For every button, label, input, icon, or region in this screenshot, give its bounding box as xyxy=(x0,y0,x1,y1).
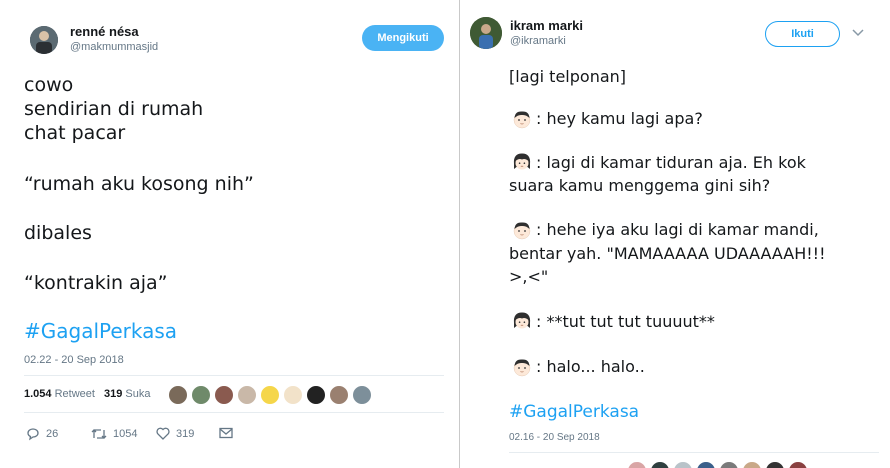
boy-emoji-icon xyxy=(513,111,531,129)
retweet-count-value: 1.054 xyxy=(24,388,52,400)
dialogue-line: : hey kamu lagi apa? xyxy=(536,109,703,128)
dialogue-line: bentar yah. "MAMAAAAA UDAAAAAH!!! xyxy=(509,244,826,263)
liker-avatar[interactable] xyxy=(788,461,808,468)
liker-avatar[interactable] xyxy=(283,385,303,405)
tweet-line: chat pacar xyxy=(24,122,126,144)
hashtag-link[interactable]: #GagalPerkasa xyxy=(509,401,639,423)
divider xyxy=(509,452,879,453)
divider xyxy=(24,375,444,376)
retweet-button[interactable]: 1054 xyxy=(91,427,137,441)
liker-avatar[interactable] xyxy=(673,461,693,468)
like-count-label: Suka xyxy=(125,388,151,400)
reply-icon xyxy=(27,428,39,441)
like-icon xyxy=(156,427,170,440)
message-button[interactable] xyxy=(219,427,233,439)
left-tweet: renné nésa @makmummasjid Mengikuti cowo … xyxy=(0,0,460,468)
dialogue-line: : hehe iya aku lagi di kamar mandi, xyxy=(536,220,819,239)
girl-emoji-icon xyxy=(513,153,531,170)
tweet-line: sendirian di rumah xyxy=(24,98,204,120)
like-count[interactable]: 319 Suka xyxy=(104,388,151,400)
liker-avatar[interactable] xyxy=(742,461,762,468)
boy-emoji-icon xyxy=(513,359,531,377)
divider xyxy=(24,412,444,413)
user-photo-icon xyxy=(30,26,58,54)
like-button[interactable]: 319 xyxy=(156,427,194,440)
avatar[interactable] xyxy=(470,17,502,49)
dialogue-line: : **tut tut tut tuuuut** xyxy=(536,312,715,331)
liker-avatar[interactable] xyxy=(168,385,188,405)
girl-emoji-icon xyxy=(513,312,531,329)
reply-count: 26 xyxy=(46,428,59,440)
liker-avatar[interactable] xyxy=(260,385,280,405)
liker-avatar[interactable] xyxy=(352,385,372,405)
like-count-value: 319 xyxy=(104,388,123,400)
chevron-down-icon[interactable] xyxy=(852,26,864,40)
tweet-line: cowo xyxy=(24,74,74,96)
liker-avatar[interactable] xyxy=(719,461,739,468)
user-handle[interactable]: @ikramarki xyxy=(510,35,566,47)
following-button[interactable]: Mengikuti xyxy=(362,25,444,51)
display-name[interactable]: renné nésa xyxy=(70,24,139,39)
dialogue-line: >,<" xyxy=(509,267,549,286)
reply-button[interactable]: 26 xyxy=(26,427,58,441)
liker-avatar[interactable] xyxy=(765,461,785,468)
tweet-line: [lagi telponan] xyxy=(509,67,627,86)
retweet-count-label: Retweet xyxy=(54,388,95,400)
hashtag-link[interactable]: #GagalPerkasa xyxy=(24,318,177,344)
user-handle[interactable]: @makmummasjid xyxy=(70,41,158,53)
liker-avatar[interactable] xyxy=(329,385,349,405)
follow-button[interactable]: Ikuti xyxy=(765,21,840,47)
retweet-count[interactable]: 1.054 Retweet xyxy=(24,388,95,400)
like-action-count: 319 xyxy=(176,427,195,440)
tweet-timestamp[interactable]: 02.22 - 20 Sep 2018 xyxy=(24,354,124,366)
message-icon xyxy=(219,427,233,439)
tweet-timestamp[interactable]: 02.16 - 20 Sep 2018 xyxy=(509,432,600,443)
liker-avatar[interactable] xyxy=(696,461,716,468)
retweet-icon xyxy=(91,429,107,439)
liker-avatar[interactable] xyxy=(237,385,257,405)
tweet-line: “kontrakin aja” xyxy=(24,272,168,294)
display-name[interactable]: ikram marki xyxy=(510,18,583,33)
tweet-line: dibales xyxy=(24,222,92,244)
right-tweet: ikram marki @ikramarki Ikuti [lagi telpo… xyxy=(460,0,890,468)
dialogue-line: suara kamu menggema gini sih? xyxy=(509,176,771,195)
retweet-action-count: 1054 xyxy=(113,428,138,440)
liker-avatar[interactable] xyxy=(306,385,326,405)
boy-emoji-icon xyxy=(513,222,531,240)
dialogue-line: : lagi di kamar tiduran aja. Eh kok xyxy=(536,153,806,172)
liker-avatar[interactable] xyxy=(191,385,211,405)
liker-avatar[interactable] xyxy=(627,461,647,468)
tweet-line: “rumah aku kosong nih” xyxy=(24,173,254,195)
user-photo-icon xyxy=(470,17,502,49)
dialogue-line: : halo... halo.. xyxy=(536,357,645,376)
liker-avatar[interactable] xyxy=(214,385,234,405)
liker-avatar[interactable] xyxy=(650,461,670,468)
avatar[interactable] xyxy=(30,26,58,54)
